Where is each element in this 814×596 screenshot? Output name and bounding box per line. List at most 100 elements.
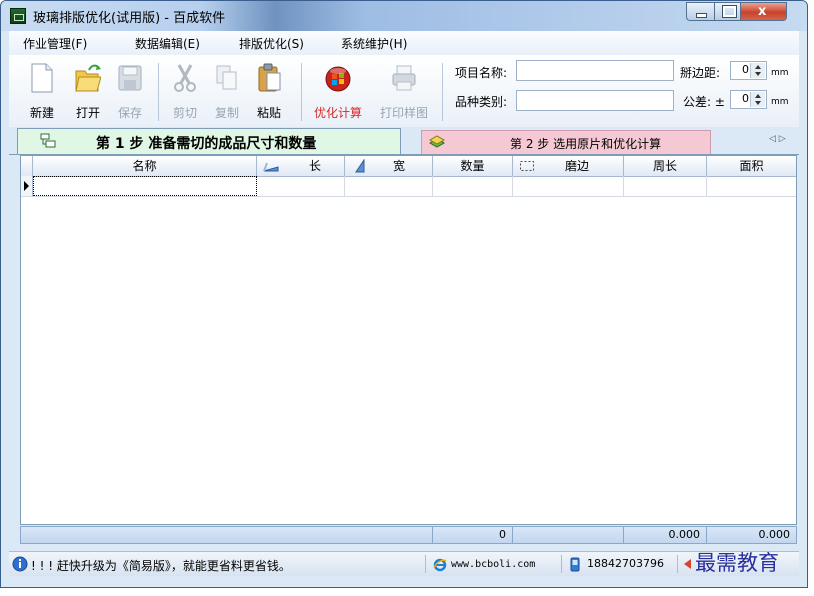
menu-bar: 作业管理(F) 数据编辑(E) 排版优化(S) 系统维护(H) — [9, 31, 799, 55]
maximize-button[interactable] — [714, 2, 741, 21]
menu-layout-optimize[interactable]: 排版优化(S) — [239, 35, 304, 52]
column-header-area[interactable]: 面积 — [707, 156, 796, 176]
tab-step-2[interactable]: 第 2 步 选用原片和优化计算 — [421, 130, 711, 154]
table-tree-icon — [40, 133, 56, 148]
total-area: 0.000 — [758, 528, 791, 541]
column-header-quantity[interactable]: 数量 — [433, 156, 513, 176]
tab-step-2-label: 第 2 步 选用原片和优化计算 — [510, 137, 662, 151]
cut-button[interactable]: 剪切 — [165, 59, 205, 121]
cell-width[interactable] — [345, 176, 433, 196]
spinner-arrows-icon[interactable] — [750, 92, 765, 107]
column-header-name[interactable]: 名称 — [33, 156, 257, 176]
printer-icon — [392, 65, 416, 91]
toolbar-separator — [301, 63, 302, 121]
ruler-length-icon — [263, 162, 279, 172]
print-preview-button[interactable]: 打印样图 — [380, 59, 428, 121]
toolbar-separator — [442, 63, 443, 121]
status-phone: 18842703796 — [587, 557, 664, 570]
dashed-rect-icon — [520, 161, 534, 171]
ruler-width-icon — [355, 159, 365, 173]
edge-distance-value: 0 — [742, 63, 749, 76]
footer-blank-edging — [513, 527, 624, 543]
copy-button[interactable]: 复制 — [207, 59, 247, 121]
info-icon — [12, 556, 28, 572]
menu-data-edit[interactable]: 数据编辑(E) — [135, 35, 200, 52]
watermark-text: 最需教育 — [695, 551, 779, 575]
clipboard-icon — [258, 63, 281, 92]
floppy-disk-icon — [118, 65, 142, 91]
column-header-edging[interactable]: 磨边 — [513, 156, 624, 176]
paste-label: 粘贴 — [256, 106, 281, 120]
tolerance-value: 0 — [742, 92, 749, 105]
status-separator — [677, 555, 678, 573]
status-separator — [561, 555, 562, 573]
open-button[interactable]: 打开 — [68, 59, 108, 121]
window-title: 玻璃排版优化(试用版) - 百成软件 — [33, 11, 226, 26]
column-header-edging-label: 磨边 — [565, 159, 590, 173]
grid-footer-totals: 0 0.000 0.000 — [20, 526, 797, 544]
column-header-width-label: 宽 — [393, 159, 406, 173]
menu-system-maintenance[interactable]: 系统维护(H) — [341, 35, 407, 52]
cell-perimeter[interactable] — [624, 176, 707, 196]
step-tabs: 第 1 步 准备需切的成品尺寸和数量 第 2 步 选用原片和优化计算 ◁ ▷ — [9, 127, 799, 155]
tab-step-1-label: 第 1 步 准备需切的成品尺寸和数量 — [96, 136, 317, 152]
app-logo-icon — [10, 8, 26, 24]
cell-name[interactable] — [33, 176, 257, 196]
app-window: 玻璃排版优化(试用版) - 百成软件 x 作业管理(F) 数据编辑(E) 排版优… — [0, 0, 808, 588]
status-message: ! ! ! 赶快升级为《简易版》，就能更省料更省钱。 — [31, 559, 291, 573]
paste-button[interactable]: 粘贴 — [249, 59, 289, 121]
tolerance-unit: mm — [771, 97, 789, 107]
project-name-input[interactable] — [516, 60, 674, 81]
total-quantity: 0 — [433, 527, 513, 543]
tab-scroll-arrows-icon[interactable]: ◁ ▷ — [769, 134, 786, 144]
cell-edging[interactable] — [513, 176, 624, 196]
cell-length[interactable] — [257, 176, 345, 196]
optimize-label: 优化计算 — [313, 106, 362, 120]
edge-distance-label: 掰边距: — [680, 66, 721, 80]
spinner-arrows-icon[interactable] — [750, 63, 765, 78]
layers-icon — [428, 135, 446, 148]
column-header-length-label: 长 — [309, 159, 322, 173]
status-separator — [425, 555, 426, 573]
scissors-icon — [174, 64, 196, 92]
data-grid[interactable]: 名称 长 宽 数量 磨边 周长 面积 — [20, 155, 797, 525]
column-header-perimeter[interactable]: 周长 — [624, 156, 707, 176]
tolerance-label: 公差: ± — [683, 95, 725, 109]
project-name-label: 项目名称: — [455, 66, 508, 80]
new-label: 新建 — [29, 106, 54, 120]
save-button[interactable]: 保存 — [110, 59, 150, 121]
browser-ie-icon — [433, 558, 447, 572]
menu-job-management[interactable]: 作业管理(F) — [23, 35, 87, 52]
category-label: 品种类别: — [455, 95, 508, 109]
status-bar: ! ! ! 赶快升级为《简易版》，就能更省料更省钱。 www.bcboli.co… — [9, 551, 799, 576]
table-row[interactable] — [21, 176, 796, 197]
edge-distance-unit: mm — [771, 68, 789, 78]
close-button[interactable]: x — [741, 2, 787, 21]
category-input[interactable] — [516, 90, 674, 111]
grid-header: 名称 长 宽 数量 磨边 周长 面积 — [21, 156, 796, 177]
row-header-corner — [21, 156, 33, 176]
optimize-orb-icon — [325, 66, 351, 92]
copy-icon — [216, 65, 237, 90]
tolerance-spinner[interactable]: 0 — [730, 90, 767, 109]
new-document-icon — [31, 63, 53, 93]
column-header-length[interactable]: 长 — [257, 156, 345, 176]
edge-distance-spinner[interactable]: 0 — [730, 61, 767, 80]
toolbar: 新建 打开 保存 剪切 复制 粘贴 优化计算 打印样图 项目名称: 品种类别: … — [9, 55, 799, 128]
footer-blank — [21, 527, 433, 543]
tab-step-1[interactable]: 第 1 步 准备需切的成品尺寸和数量 — [17, 128, 401, 154]
client-area: 作业管理(F) 数据编辑(E) 排版优化(S) 系统维护(H) 新建 打开 保存… — [9, 31, 799, 581]
close-icon: x — [758, 4, 767, 19]
status-website-link[interactable]: www.bcboli.com — [451, 559, 535, 570]
title-bar[interactable]: 玻璃排版优化(试用版) - 百成软件 x — [1, 1, 807, 31]
total-perimeter: 0.000 — [624, 527, 707, 543]
new-button[interactable]: 新建 — [22, 59, 62, 121]
cell-quantity[interactable] — [433, 176, 513, 196]
print-preview-label: 打印样图 — [379, 106, 428, 120]
minimize-button[interactable] — [686, 2, 714, 21]
open-folder-icon — [75, 64, 101, 92]
optimize-button[interactable]: 优化计算 — [314, 59, 362, 121]
cell-area[interactable] — [707, 176, 796, 196]
save-label: 保存 — [117, 106, 142, 120]
column-header-width[interactable]: 宽 — [345, 156, 433, 176]
